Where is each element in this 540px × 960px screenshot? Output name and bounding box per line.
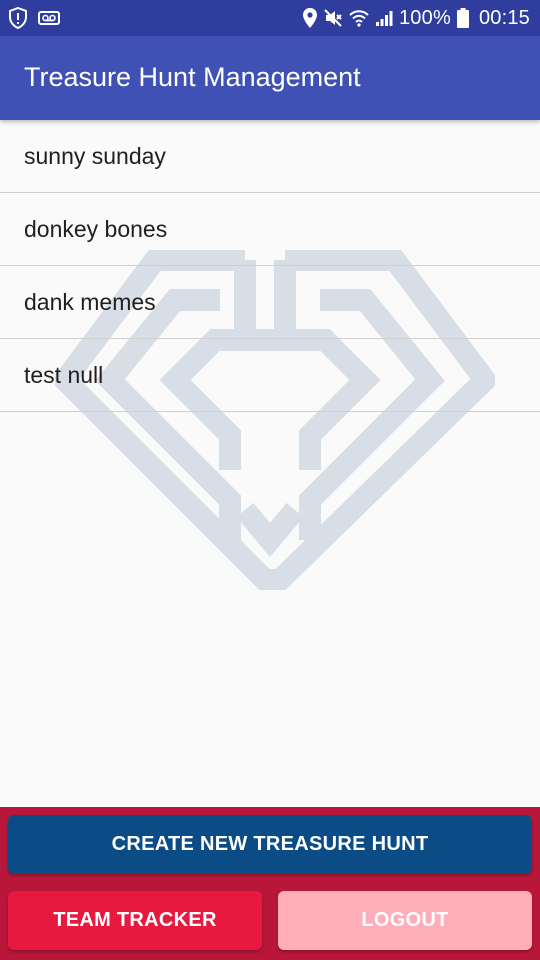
create-treasure-hunt-button[interactable]: CREATE NEW TREASURE HUNT xyxy=(8,815,532,874)
status-time: 00:15 xyxy=(478,6,530,29)
battery-icon xyxy=(456,8,469,28)
hunt-list: sunny sunday donkey bones dank memes tes… xyxy=(0,120,540,412)
page-title: Treasure Hunt Management xyxy=(24,62,361,92)
signal-icon xyxy=(375,9,393,27)
list-item[interactable]: donkey bones xyxy=(0,193,540,266)
wifi-icon xyxy=(349,9,369,27)
logout-button[interactable]: LOGOUT xyxy=(278,891,532,950)
list-item-label: donkey bones xyxy=(24,215,168,242)
status-right-icons: 100% 00:15 xyxy=(297,0,530,36)
app-bar: Treasure Hunt Management xyxy=(0,36,540,120)
battery-percent: 100% xyxy=(398,6,451,29)
location-pin-icon xyxy=(302,8,317,28)
mute-icon xyxy=(323,8,343,28)
team-tracker-button[interactable]: TEAM TRACKER xyxy=(8,891,262,950)
list-item[interactable]: test null xyxy=(0,339,540,412)
voicemail-icon xyxy=(38,11,60,25)
bottom-action-panel: CREATE NEW TREASURE HUNT TEAM TRACKER LO… xyxy=(0,807,540,960)
list-item[interactable]: dank memes xyxy=(0,266,540,339)
list-item-label: sunny sunday xyxy=(24,142,166,169)
status-bar: 100% 00:15 xyxy=(0,0,540,36)
list-item-label: dank memes xyxy=(24,288,156,315)
status-left-icons xyxy=(8,7,70,29)
hunt-list-container[interactable]: sunny sunday donkey bones dank memes tes… xyxy=(0,120,540,807)
list-item[interactable]: sunny sunday xyxy=(0,120,540,193)
shield-alert-icon xyxy=(8,7,28,29)
list-item-label: test null xyxy=(24,361,104,388)
